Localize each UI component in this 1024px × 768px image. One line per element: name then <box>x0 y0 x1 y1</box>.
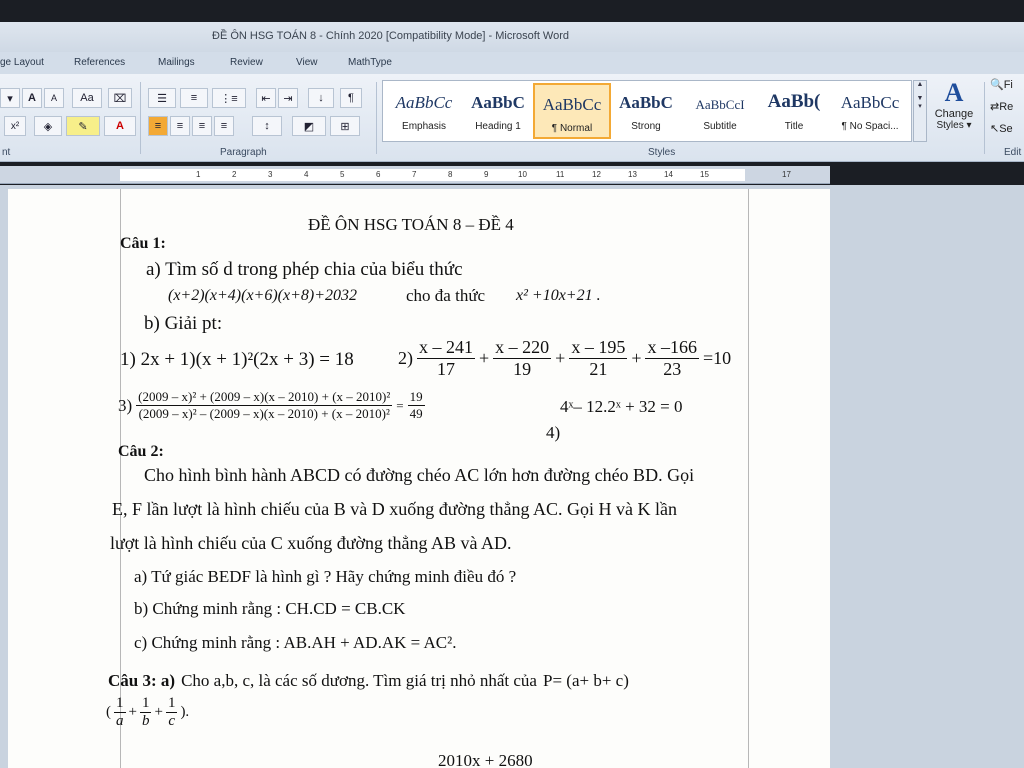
bottom-partial-expression: 2010x + 2680 <box>438 751 533 768</box>
grow-font-button[interactable]: A <box>22 88 42 108</box>
equation-4-label: 4) <box>546 423 561 442</box>
paragraph-group-label: Paragraph <box>220 147 267 158</box>
cau3-fraction: 1b <box>139 695 152 729</box>
justify-icon[interactable]: ≡ <box>214 116 234 136</box>
replace-button[interactable]: ⇄Re <box>990 100 1013 113</box>
change-styles-button[interactable]: A Change Styles ▾ <box>930 78 978 142</box>
font-size-dropdown[interactable]: ▾ <box>0 88 20 108</box>
font-color-button[interactable]: A <box>104 116 136 136</box>
eq2-fraction: x – 195 21 <box>569 337 628 379</box>
text-effects-icon[interactable]: ◈ <box>34 116 62 136</box>
equation-4: 4ˣ– 12.2ˣ + 32 = 0 <box>560 397 683 416</box>
equation-1: 1) 2x + 1)(x + 1)²(2x + 3) = 18 <box>120 349 354 370</box>
editing-group-label: Edit <box>1004 147 1022 158</box>
cau1-label: Câu 1: <box>120 235 166 252</box>
title-bar: ĐỀ ÔN HSG TOÁN 8 - Chính 2020 [Compatibi… <box>0 22 1024 52</box>
style-subtitle[interactable]: AaBbCcI Subtitle <box>681 83 759 139</box>
eq3-rhs-fraction: 19 49 <box>407 389 425 421</box>
decrease-indent-icon[interactable]: ⇤ <box>256 88 276 108</box>
cau1-b-text: b) Giải pt: <box>144 313 223 334</box>
select-button[interactable]: ↖Se <box>990 122 1013 135</box>
divider <box>140 82 141 154</box>
ruler-text-area <box>120 169 745 181</box>
style-normal[interactable]: AaBbCc ¶ Normal <box>533 83 611 139</box>
styles-group-label: Styles <box>648 147 676 158</box>
tab-references[interactable]: References <box>74 57 125 68</box>
highlight-color-icon[interactable]: ✎ <box>66 116 100 136</box>
shrink-font-button[interactable]: A <box>44 88 64 108</box>
cau2-label: Câu 2: <box>118 443 164 460</box>
style-emphasis[interactable]: AaBbCc Emphasis <box>385 83 463 139</box>
horizontal-ruler[interactable]: 1 2 3 4 5 6 7 8 9 10 11 12 13 14 15 17 <box>0 166 830 184</box>
cau1-a-for-text: cho đa thức <box>406 286 486 305</box>
right-margin-guide <box>748 189 749 768</box>
numbering-icon[interactable]: ≡ <box>180 88 208 108</box>
line-spacing-icon[interactable]: ↕ <box>252 116 282 136</box>
cau3-line: Câu 3: a) Cho a,b, c, là các số dương. T… <box>108 671 629 690</box>
window-title: ĐỀ ÔN HSG TOÁN 8 - Chính 2020 [Compatibi… <box>212 30 570 42</box>
cau3-fraction: 1a <box>114 695 126 729</box>
bullets-icon[interactable]: ☰ <box>148 88 176 108</box>
style-heading-1[interactable]: AaBbC Heading 1 <box>459 83 537 139</box>
divider <box>984 82 985 154</box>
eq3-fraction: (2009 – x)² + (2009 – x)(x – 2010) + (x … <box>136 389 393 421</box>
style-title[interactable]: AaBb( Title <box>755 83 833 139</box>
find-button[interactable]: 🔍Fi <box>990 78 1013 91</box>
cau1-a-expression: (x+2)(x+4)(x+6)(x+8)+2032 <box>168 287 358 304</box>
cau1-a-text: a) Tìm số d trong phép chia của biểu thứ… <box>146 259 463 280</box>
tab-page-layout[interactable]: ge Layout <box>0 57 44 68</box>
borders-icon[interactable]: ⊞ <box>330 116 360 136</box>
cau2-paragraph-line: Cho hình bình hành ABCD có đường chéo AC… <box>144 465 695 485</box>
sort-icon[interactable]: ↓ <box>308 88 334 108</box>
tab-view[interactable]: View <box>296 57 318 68</box>
shading-icon[interactable]: ◩ <box>292 116 326 136</box>
cau2-paragraph-line: lượt là hình chiếu của C xuống đường thẳ… <box>110 533 512 553</box>
change-styles-icon: A <box>944 78 964 107</box>
style-no-spacing[interactable]: AaBbCc ¶ No Spaci... <box>831 83 909 139</box>
cau2-item-b: b) Chứng minh rằng : CH.CD = CB.CK <box>134 599 406 618</box>
change-case-button[interactable]: Aa <box>72 88 102 108</box>
pilcrow-icon[interactable]: ¶ <box>340 88 362 108</box>
clear-format-icon[interactable]: ⌧ <box>108 88 132 108</box>
styles-gallery: AaBbCc Emphasis AaBbC Heading 1 AaBbCc ¶… <box>382 80 912 142</box>
cau3-fractions: ( 1a + 1b + 1c ). <box>106 695 190 729</box>
styles-scroll[interactable]: ▲ ▼ ▾ <box>913 80 927 142</box>
tab-mathtype[interactable]: MathType <box>348 57 392 68</box>
cau2-item-c: c) Chứng minh rằng : AB.AH + AD.AK = AC²… <box>134 633 457 652</box>
ribbon-tabs: ge Layout References Mailings Review Vie… <box>0 52 1024 74</box>
align-right-icon[interactable]: ≡ <box>192 116 212 136</box>
document-workspace: ĐỀ ÔN HSG TOÁN 8 – ĐỀ 4 Câu 1: a) Tìm số… <box>0 185 1024 768</box>
cau2-item-a: a) Tứ giác BEDF là hình gì ? Hãy chứng m… <box>134 567 517 586</box>
align-center-icon[interactable]: ≡ <box>170 116 190 136</box>
equation-2: 2) x – 241 17 + x – 220 19 + x – 195 21 + x… <box>398 337 732 379</box>
tab-review[interactable]: Review <box>230 57 263 68</box>
cau1-a-polynomial: x² +10x+21 . <box>516 287 601 304</box>
document-page[interactable]: ĐỀ ÔN HSG TOÁN 8 – ĐỀ 4 Câu 1: a) Tìm số… <box>8 189 830 768</box>
equation-3: 3) (2009 – x)² + (2009 – x)(x – 2010) + … <box>118 389 425 421</box>
superscript-button[interactable]: x² <box>4 116 26 136</box>
eq2-fraction: x –166 23 <box>645 337 699 379</box>
align-left-icon[interactable]: ≡ <box>148 116 168 136</box>
eq2-fraction: x – 241 17 <box>417 337 475 379</box>
divider <box>376 82 377 154</box>
increase-indent-icon[interactable]: ⇥ <box>278 88 298 108</box>
eq2-fraction: x – 220 19 <box>493 337 552 379</box>
cau3-fraction: 1c <box>165 695 178 729</box>
cau2-paragraph-line: E, F lần lượt là hình chiếu của B và D x… <box>112 499 677 519</box>
document-heading: ĐỀ ÔN HSG TOÁN 8 – ĐỀ 4 <box>308 215 514 234</box>
style-strong[interactable]: AaBbC Strong <box>607 83 685 139</box>
multilevel-list-icon[interactable]: ⋮≡ <box>212 88 246 108</box>
tab-mailings[interactable]: Mailings <box>158 57 195 68</box>
font-group-label: nt <box>2 147 11 158</box>
ribbon: ▾ A A Aa ⌧ x² ◈ ✎ A nt ☰ ≡ ⋮≡ ⇤ ⇥ ↓ ¶ ≡ … <box>0 74 1024 162</box>
